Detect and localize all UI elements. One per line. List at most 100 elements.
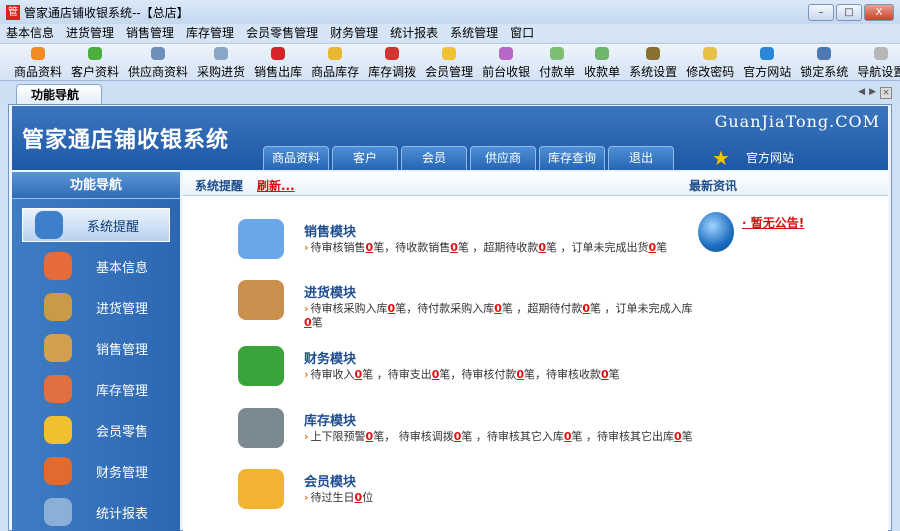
module-title[interactable]: 库存模块 <box>304 410 356 429</box>
refresh-link[interactable]: 刷新... <box>257 177 295 194</box>
sidebar-item-label: 库存管理 <box>96 383 149 399</box>
stat-count-link[interactable]: 0 <box>538 241 546 254</box>
sidebar-item[interactable]: 会员零售 <box>22 413 170 447</box>
toolbar-button[interactable]: 修改密码 <box>686 44 734 80</box>
stat-unit: 笔 ， <box>362 368 388 381</box>
banner-tab[interactable]: 客户 <box>332 146 398 170</box>
stat-label: 订单未完成出货 <box>571 241 649 254</box>
sidebar-icon <box>44 457 72 485</box>
module-title[interactable]: 会员模块 <box>304 471 356 490</box>
stat-count-link[interactable]: 0 <box>674 430 682 443</box>
scroll-right-icon[interactable]: ▶ <box>869 87 876 99</box>
toolbar-icon <box>88 47 103 60</box>
sidebar-icon <box>44 375 72 403</box>
toolbar-icon <box>271 47 286 60</box>
toolbar-label: 库存调拨 <box>368 65 417 79</box>
stat-label: 待过生日 <box>310 491 355 504</box>
stat-count-link[interactable]: 0 <box>450 241 458 254</box>
tab-system-reminder[interactable]: 系统提醒 <box>195 177 243 194</box>
menu-item[interactable]: 财务管理 <box>330 24 378 42</box>
globe-icon <box>698 212 734 252</box>
sidebar-item[interactable]: 销售管理 <box>22 331 170 365</box>
module-icon <box>238 346 284 386</box>
toolbar-button[interactable]: 官方网站 <box>743 44 791 80</box>
toolbar-button[interactable]: 导航设置 <box>857 44 900 80</box>
tab-function-nav[interactable]: 功能导航 <box>16 84 102 104</box>
stat-unit: 笔 ， <box>590 302 616 315</box>
sidebar-item-label: 财务管理 <box>96 465 149 481</box>
toolbar-icon <box>385 47 400 60</box>
toolbar-button[interactable]: 销售出库 <box>254 44 302 80</box>
sidebar-item[interactable]: 基本信息 <box>22 249 170 283</box>
stat-unit: 笔， <box>373 241 396 254</box>
stat-label: 待审核付款 <box>461 368 517 381</box>
toolbar-button[interactable]: 前台收银 <box>482 44 530 80</box>
stat-count-link[interactable]: 0 <box>564 430 572 443</box>
sidebar-item-label: 系统提醒 <box>87 219 140 235</box>
toolbar-button[interactable]: 收款单 <box>584 44 620 80</box>
menu-item[interactable]: 库存管理 <box>186 24 234 42</box>
module-icon <box>238 219 284 259</box>
toolbar-label: 导航设置 <box>857 65 900 79</box>
sidebar-item[interactable]: 系统提醒 <box>22 208 170 242</box>
stat-count-link[interactable]: 0 <box>601 368 609 381</box>
stat-count-link[interactable]: 0 <box>494 302 502 315</box>
menu-item[interactable]: 窗口 <box>510 24 534 42</box>
toolbar-button[interactable]: 付款单 <box>539 44 575 80</box>
close-tab-icon[interactable]: × <box>880 87 892 99</box>
scroll-left-icon[interactable]: ◀ <box>858 87 865 99</box>
app-logo-icon: 管 <box>6 4 20 20</box>
stat-count-link[interactable]: 0 <box>582 302 590 315</box>
toolbar-icon <box>760 47 775 60</box>
banner-tab[interactable]: 会员 <box>401 146 467 170</box>
toolbar-label: 客户资料 <box>71 65 120 79</box>
module-title[interactable]: 进货模块 <box>304 282 356 301</box>
menu-item[interactable]: 系统管理 <box>450 24 498 42</box>
news-item-link[interactable]: 暂无公告! <box>742 214 804 231</box>
window-title: 管家通店铺收银系统--【总店】 <box>24 5 189 20</box>
official-site-link[interactable]: ★ 官方网站 <box>712 146 794 170</box>
toolbar-button[interactable]: 系统设置 <box>629 44 677 80</box>
stat-count-link[interactable]: 0 <box>516 368 524 381</box>
stat-label: 待审核销售 <box>310 241 366 254</box>
toolbar-button[interactable]: 客户资料 <box>71 44 119 80</box>
toolbar-button[interactable]: 库存调拨 <box>368 44 416 80</box>
stat-unit: 笔， <box>395 302 418 315</box>
sidebar-item[interactable]: 库存管理 <box>22 372 170 406</box>
toolbar-button[interactable]: 商品库存 <box>311 44 359 80</box>
menu-item[interactable]: 统计报表 <box>390 24 438 42</box>
banner-tab[interactable]: 商品资料 <box>263 146 329 170</box>
toolbar-icon <box>595 47 610 60</box>
minimize-button[interactable]: – <box>808 4 834 21</box>
sidebar-item[interactable]: 财务管理 <box>22 454 170 488</box>
toolbar-button[interactable]: 供应商资料 <box>128 44 188 80</box>
sidebar-item[interactable]: 统计报表 <box>22 495 170 529</box>
banner-tab[interactable]: 库存查询 <box>539 146 605 170</box>
menu-item[interactable]: 进货管理 <box>66 24 114 42</box>
toolbar-icon <box>499 47 514 60</box>
stat-label: 待收款销售 <box>395 241 451 254</box>
toolbar-button[interactable]: 锁定系统 <box>800 44 848 80</box>
sidebar-item[interactable]: 进货管理 <box>22 290 170 324</box>
banner-tab[interactable]: 供应商 <box>470 146 536 170</box>
module-title[interactable]: 销售模块 <box>304 221 356 240</box>
banner-tab[interactable]: 退出 <box>608 146 674 170</box>
toolbar-icon <box>550 47 565 60</box>
stat-count-link[interactable]: 0 <box>304 316 312 329</box>
menu-item[interactable]: 会员零售管理 <box>246 24 318 42</box>
maximize-button[interactable]: □ <box>836 4 862 21</box>
stat-label: 超期待付款 <box>527 302 583 315</box>
menu-item[interactable]: 销售管理 <box>126 24 174 42</box>
stat-unit: 位 <box>362 491 374 504</box>
toolbar-label: 供应商资料 <box>128 65 189 79</box>
module-icon <box>238 469 284 509</box>
close-button[interactable]: X <box>864 4 894 21</box>
toolbar-button[interactable]: 采购进货 <box>197 44 245 80</box>
stat-label: 待审核其它入库 <box>486 430 564 443</box>
title-bar: 管 管家通店铺收银系统--【总店】 – □ X <box>0 0 900 24</box>
toolbar-button[interactable]: 会员管理 <box>425 44 473 80</box>
module-title[interactable]: 财务模块 <box>304 348 356 367</box>
menu-item[interactable]: 基本信息 <box>6 24 54 42</box>
toolbar-button[interactable]: 商品资料 <box>14 44 62 80</box>
toolbar-icon <box>442 47 457 60</box>
